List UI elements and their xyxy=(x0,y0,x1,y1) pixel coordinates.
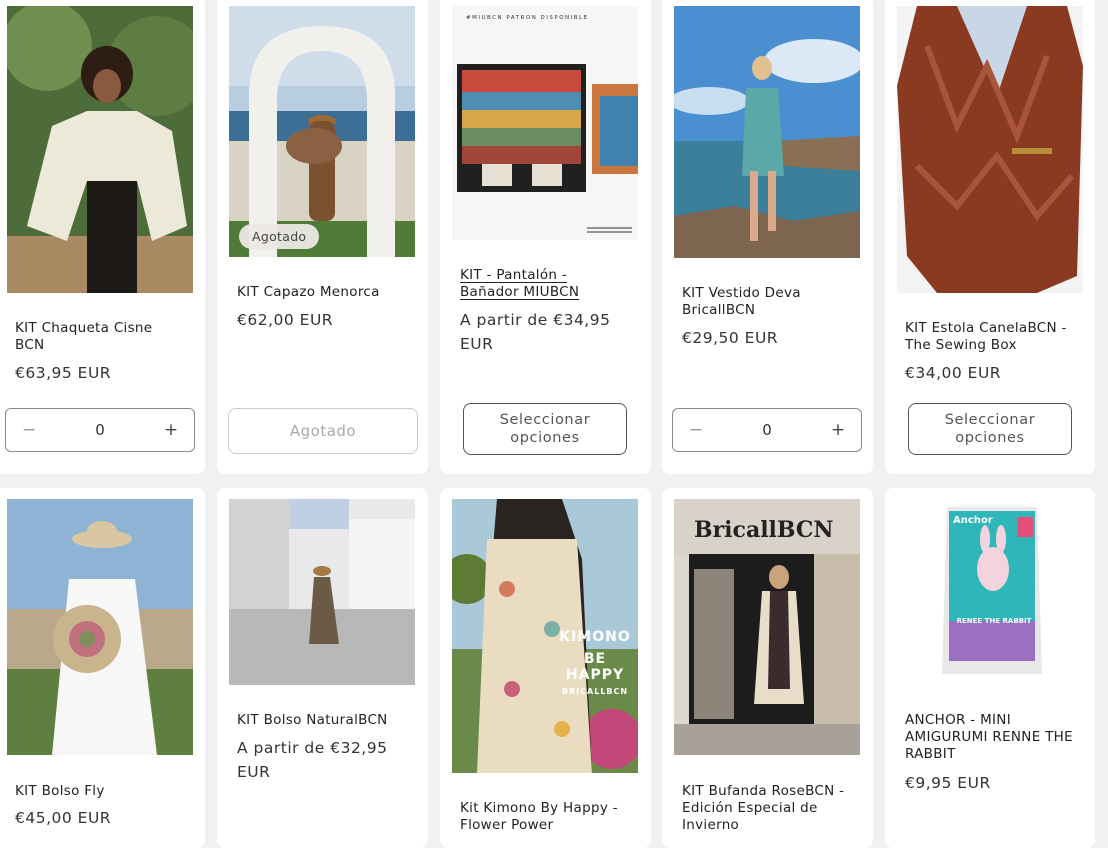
product-image[interactable] xyxy=(897,6,1083,293)
product-price: A partir de €34,95 EUR xyxy=(460,311,611,353)
sold-out-button: Agotado xyxy=(228,408,418,454)
quantity-selector: − 0 + xyxy=(672,408,862,452)
quantity-value[interactable]: 0 xyxy=(762,421,772,439)
image-caption: #MIUBCN PATRON DISPONIBLE xyxy=(466,15,589,21)
product-image[interactable]: Anchor RENEE THE RABBIT xyxy=(897,499,1083,685)
product-price: €9,95 EUR xyxy=(905,774,991,792)
product-title[interactable]: KIT Vestido Deva BricallBCN xyxy=(682,285,822,319)
product-card: KIMONO BE HAPPY BRICALLBCN Kit Kimono By… xyxy=(440,488,651,848)
decrease-quantity-button[interactable]: − xyxy=(681,420,711,440)
product-title[interactable]: KIT Capazo Menorca xyxy=(237,284,407,301)
increase-quantity-button[interactable]: + xyxy=(823,420,853,440)
product-price: €34,00 EUR xyxy=(905,364,1002,382)
product-card: #MIUBCN PATRON DISPONIBLE KIT - Pantalón… xyxy=(440,0,651,474)
image-overlay-text: KIMONO BE HAPPY BRICALLBCN xyxy=(559,629,631,696)
product-title[interactable]: KIT Chaqueta Cisne BCN xyxy=(15,320,185,354)
product-price: €62,00 EUR xyxy=(237,311,334,329)
product-title[interactable]: KIT Estola CanelaBCN - The Sewing Box xyxy=(905,320,1075,354)
product-card: Agotado KIT Capazo Menorca €62,00 EUR Ag… xyxy=(217,0,428,474)
select-options-button[interactable]: Seleccionar opciones xyxy=(908,403,1072,455)
product-card: KIT Chaqueta Cisne BCN €63,95 EUR − 0 + xyxy=(0,0,205,474)
product-image[interactable] xyxy=(229,499,415,685)
package-label: RENEE THE RABBIT xyxy=(956,617,1032,625)
quantity-value[interactable]: 0 xyxy=(95,421,105,439)
product-image[interactable] xyxy=(7,6,193,293)
product-image[interactable]: BricallBCN xyxy=(674,499,860,755)
product-price: €29,50 EUR xyxy=(682,329,779,347)
product-card: KIT Vestido Deva BricallBCN €29,50 EUR −… xyxy=(662,0,873,474)
product-image[interactable]: KIMONO BE HAPPY BRICALLBCN xyxy=(452,499,638,773)
product-title[interactable]: KIT Bolso Fly xyxy=(15,783,185,800)
product-image[interactable] xyxy=(7,499,193,755)
package-brand: Anchor xyxy=(953,515,993,526)
product-card: KIT Bolso Fly €45,00 EUR xyxy=(0,488,205,848)
product-card: KIT Estola CanelaBCN - The Sewing Box €3… xyxy=(885,0,1095,474)
product-title[interactable]: KIT Bufanda RoseBCN - Edición Especial d… xyxy=(682,783,852,834)
product-price: €45,00 EUR xyxy=(15,809,112,827)
product-card: KIT Bolso NaturalBCN A partir de €32,95 … xyxy=(217,488,428,848)
product-title[interactable]: KIT - Pantalón - Bañador MIUBCN xyxy=(460,267,600,301)
product-image[interactable]: #MIUBCN PATRON DISPONIBLE xyxy=(452,6,638,240)
product-card: Anchor RENEE THE RABBIT ANCHOR - MINI AM… xyxy=(885,488,1095,848)
increase-quantity-button[interactable]: + xyxy=(156,420,186,440)
product-image[interactable]: Agotado xyxy=(229,6,415,257)
decrease-quantity-button[interactable]: − xyxy=(14,420,44,440)
product-image[interactable] xyxy=(674,6,860,258)
select-options-button[interactable]: Seleccionar opciones xyxy=(463,403,627,455)
quantity-selector: − 0 + xyxy=(5,408,195,452)
product-title[interactable]: ANCHOR - MINI AMIGURUMI RENNE THE RABBIT xyxy=(905,712,1075,763)
product-price: A partir de €32,95 EUR xyxy=(237,739,388,781)
product-title[interactable]: KIT Bolso NaturalBCN xyxy=(237,712,407,729)
sold-out-badge: Agotado xyxy=(239,224,320,249)
product-price: €63,95 EUR xyxy=(15,364,112,382)
product-card: BricallBCN KIT Bufanda RoseBCN - Edición… xyxy=(662,488,873,848)
storefront-sign: BricallBCN xyxy=(694,517,834,543)
